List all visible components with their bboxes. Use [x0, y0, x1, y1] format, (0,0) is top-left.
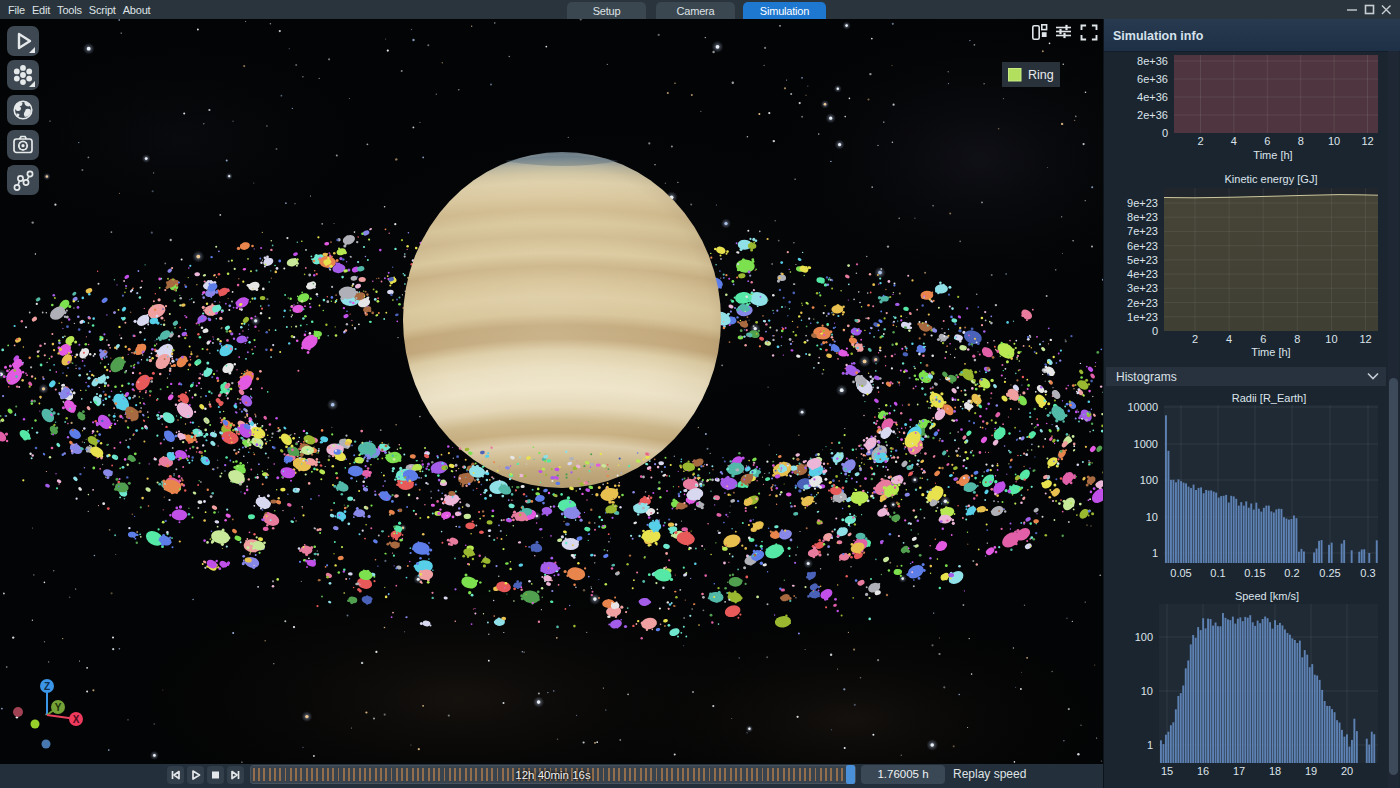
svg-text:8e+23: 8e+23 — [1127, 211, 1158, 223]
svg-text:12: 12 — [1359, 333, 1371, 345]
svg-text:4e+36: 4e+36 — [1137, 91, 1168, 103]
svg-text:6: 6 — [1260, 333, 1266, 345]
svg-text:10: 10 — [1328, 135, 1340, 147]
svg-text:2: 2 — [1197, 135, 1203, 147]
svg-text:Time [h]: Time [h] — [1253, 149, 1292, 161]
svg-text:4e+23: 4e+23 — [1127, 268, 1158, 280]
svg-text:1: 1 — [1147, 739, 1153, 751]
svg-text:100: 100 — [1140, 474, 1158, 486]
svg-text:Radii [R_Earth]: Radii [R_Earth] — [1232, 392, 1307, 404]
svg-text:10: 10 — [1146, 511, 1158, 523]
svg-text:0.2: 0.2 — [1284, 567, 1299, 579]
svg-text:0.15: 0.15 — [1244, 567, 1265, 579]
svg-text:10: 10 — [1325, 333, 1337, 345]
svg-text:17: 17 — [1233, 765, 1245, 777]
svg-text:19: 19 — [1305, 765, 1317, 777]
svg-text:0.05: 0.05 — [1170, 567, 1191, 579]
svg-text:Kinetic energy [GJ]: Kinetic energy [GJ] — [1225, 173, 1318, 185]
svg-text:12: 12 — [1361, 135, 1373, 147]
svg-text:X: X — [73, 714, 80, 725]
svg-text:Y: Y — [55, 702, 62, 713]
svg-text:0.3: 0.3 — [1360, 567, 1375, 579]
svg-text:Time [h]: Time [h] — [1251, 346, 1290, 358]
svg-text:0.1: 0.1 — [1210, 567, 1225, 579]
svg-text:16: 16 — [1197, 765, 1209, 777]
svg-text:1e+23: 1e+23 — [1127, 311, 1158, 323]
svg-text:0: 0 — [1162, 127, 1168, 139]
svg-text:Z: Z — [44, 681, 50, 692]
svg-text:0: 0 — [1152, 325, 1158, 337]
svg-text:3e+23: 3e+23 — [1127, 282, 1158, 294]
svg-text:6e+36: 6e+36 — [1137, 73, 1168, 85]
svg-text:8e+36: 8e+36 — [1137, 55, 1168, 67]
svg-text:10: 10 — [1141, 685, 1153, 697]
svg-text:Speed [km/s]: Speed [km/s] — [1235, 590, 1299, 602]
svg-text:1: 1 — [1152, 547, 1158, 559]
svg-text:Histograms: Histograms — [1116, 370, 1177, 384]
svg-text:9e+23: 9e+23 — [1127, 197, 1158, 209]
svg-text:100: 100 — [1135, 631, 1153, 643]
svg-text:10000: 10000 — [1127, 401, 1158, 413]
svg-text:2: 2 — [1192, 333, 1198, 345]
svg-text:6e+23: 6e+23 — [1127, 240, 1158, 252]
svg-text:Ring: Ring — [1028, 68, 1054, 82]
svg-text:5e+23: 5e+23 — [1127, 254, 1158, 266]
svg-text:4: 4 — [1231, 135, 1237, 147]
svg-text:2e+36: 2e+36 — [1137, 109, 1168, 121]
svg-text:0.25: 0.25 — [1319, 567, 1340, 579]
svg-text:15: 15 — [1161, 765, 1173, 777]
svg-text:7e+23: 7e+23 — [1127, 225, 1158, 237]
svg-text:18: 18 — [1269, 765, 1281, 777]
svg-text:4: 4 — [1226, 333, 1232, 345]
svg-text:8: 8 — [1298, 135, 1304, 147]
svg-text:Simulation info: Simulation info — [1113, 29, 1204, 43]
svg-text:20: 20 — [1341, 765, 1353, 777]
svg-text:2e+23: 2e+23 — [1127, 297, 1158, 309]
svg-text:6: 6 — [1264, 135, 1270, 147]
svg-text:8: 8 — [1294, 333, 1300, 345]
svg-text:1000: 1000 — [1134, 438, 1158, 450]
